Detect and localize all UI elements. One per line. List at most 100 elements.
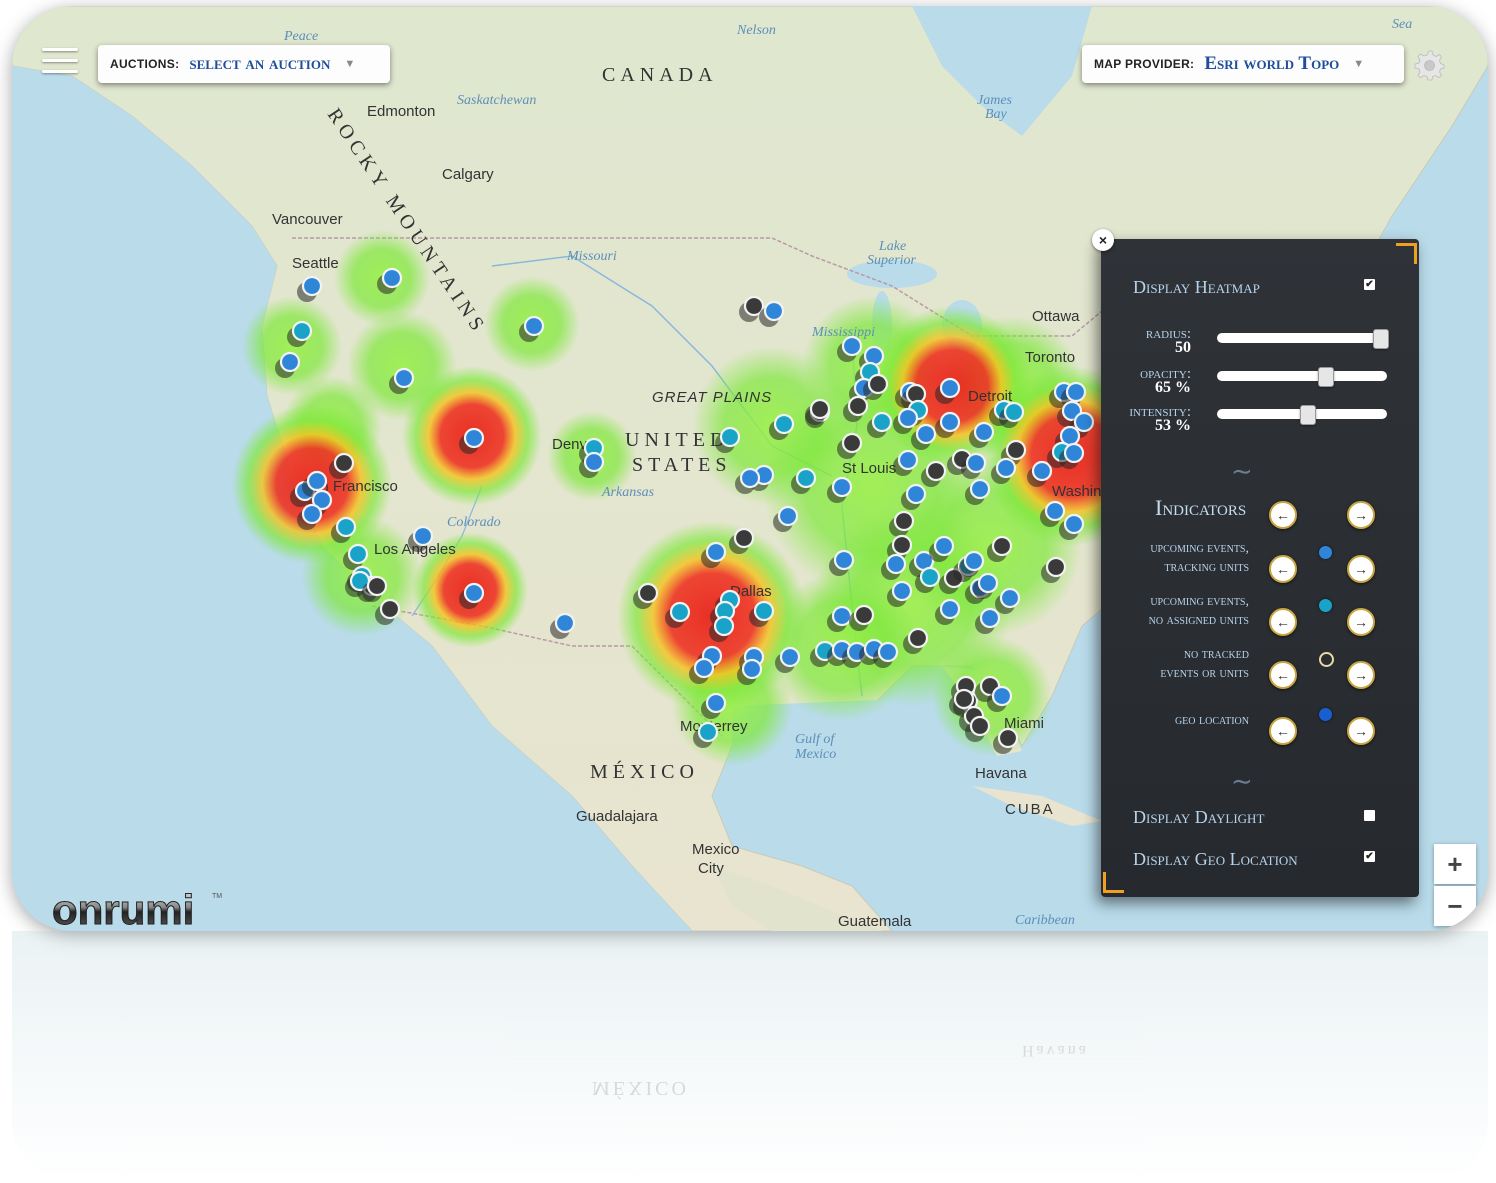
opacity-label-group: opacity: 65 %: [1140, 367, 1191, 396]
display-daylight-checkbox[interactable]: [1364, 810, 1375, 821]
indicator-label-line: upcoming events,: [1150, 541, 1249, 556]
indicator-label-line: no tracked: [1183, 647, 1249, 662]
indicator-dot-icon: [1319, 708, 1332, 721]
divider-flourish: ∼: [1231, 457, 1253, 486]
zoom-out-button[interactable]: −: [1434, 886, 1476, 926]
provider-label: MAP PROVIDER:: [1094, 57, 1195, 71]
intensity-slider-thumb[interactable]: [1300, 405, 1316, 425]
gear-icon[interactable]: [1412, 48, 1446, 82]
intensity-label-group: intensity: 53 %: [1129, 405, 1191, 434]
intensity-value: 53 %: [1155, 417, 1191, 434]
city-label: Toronto: [1025, 349, 1075, 366]
city-label: Ottawa: [1032, 308, 1080, 325]
menu-bar-icon: [42, 48, 78, 51]
country-label: CANADA: [602, 64, 718, 86]
map-frame: Edmonton Calgary Vancouver Seattle San Franc…: [12, 6, 1488, 931]
auctions-value: select an auction: [189, 53, 331, 74]
radius-slider-thumb[interactable]: [1373, 329, 1389, 349]
display-geo-location-checkbox[interactable]: ✔: [1364, 851, 1375, 862]
water-label: Caribbean: [1015, 913, 1075, 928]
indicator-dot-icon: [1319, 599, 1332, 612]
city-label: Guatemala: [838, 913, 912, 930]
indicators-next-button[interactable]: →: [1347, 501, 1375, 529]
indicator-label-line: tracking units: [1164, 560, 1249, 575]
city-label: Seattle: [292, 255, 339, 272]
svg-text:TM: TM: [212, 893, 222, 900]
city-label: City: [698, 860, 724, 877]
city-label: St Louis: [842, 460, 896, 477]
menu-button[interactable]: [42, 48, 78, 78]
indicator-label: no tracked events or units: [1160, 645, 1249, 683]
water-label: Missouri: [566, 249, 617, 264]
water-label: Peace: [283, 29, 318, 44]
map-provider-dropdown[interactable]: MAP PROVIDER: Esri world Topo ▼: [1082, 45, 1404, 83]
indicator-label-line: events or units: [1160, 666, 1249, 681]
auctions-dropdown[interactable]: AUCTIONS: select an auction ▼: [98, 45, 390, 83]
indicator-label: geo location: [1175, 711, 1249, 730]
heatmap-sliders: radius: 50 opacity: 65 % intensity: 53 %: [1101, 327, 1419, 447]
close-button[interactable]: ×: [1092, 229, 1114, 251]
city-label: Edmonton: [367, 103, 435, 120]
indicator-label: upcoming events, no assigned units: [1149, 592, 1249, 630]
water-label: Mexico: [794, 747, 836, 762]
indicator-label-line: geo location: [1174, 713, 1249, 728]
city-label: Mexico: [692, 841, 740, 858]
auctions-label: AUCTIONS:: [110, 57, 180, 71]
water-label: Superior: [867, 253, 917, 268]
indicator-next-button[interactable]: →: [1347, 717, 1375, 745]
city-label: Vancouver: [272, 211, 343, 228]
indicator-dot-icon: [1319, 546, 1332, 559]
display-geo-location-label: Display Geo Location: [1133, 849, 1298, 869]
water-label: James: [977, 93, 1013, 108]
indicators-prev-button[interactable]: ←: [1269, 501, 1297, 529]
water-label: Lake: [878, 239, 906, 254]
settings-panel: × Display Heatmap ✔ radius: 50 opacity: …: [1092, 229, 1419, 897]
provider-value: Esri world Topo: [1204, 53, 1340, 74]
water-label: Arkansas: [601, 485, 655, 500]
menu-bar-icon: [42, 70, 78, 73]
display-daylight-label: Display Daylight: [1133, 807, 1265, 827]
water-label: Colorado: [447, 515, 501, 530]
radius-slider[interactable]: [1217, 329, 1389, 349]
opacity-value: 65 %: [1155, 379, 1191, 396]
onrumi-logo: onrumi TM: [52, 886, 222, 931]
city-label: Guadalajara: [576, 808, 658, 825]
country-label: UNITED: [625, 429, 729, 451]
indicator-prev-button[interactable]: ←: [1269, 717, 1297, 745]
corner-accent: [1396, 243, 1417, 264]
opacity-slider-thumb[interactable]: [1318, 367, 1334, 387]
reflection-text: Havana: [1022, 1042, 1089, 1059]
indicator-next-button[interactable]: →: [1347, 555, 1375, 583]
water-label: Gulf of: [795, 732, 836, 747]
divider-flourish: ∼: [1231, 767, 1253, 796]
reflection: MÉXICO Havana: [12, 931, 1488, 1181]
city-label: CUBA: [1005, 801, 1055, 818]
city-label: Havana: [975, 765, 1027, 782]
water-label: Mississippi: [811, 325, 875, 340]
indicator-label: upcoming events, tracking units: [1150, 539, 1249, 577]
chevron-down-icon: ▼: [1353, 58, 1365, 70]
city-label: GREAT PLAINS: [652, 389, 772, 406]
country-label: STATES: [632, 454, 732, 476]
menu-bar-icon: [42, 59, 78, 62]
chevron-down-icon: ▼: [344, 58, 356, 70]
water-label: Sea: [1392, 17, 1412, 32]
zoom-in-button[interactable]: +: [1434, 844, 1476, 884]
corner-accent: [1103, 872, 1124, 893]
water-label: Bay: [985, 107, 1008, 122]
opacity-slider[interactable]: [1217, 367, 1387, 387]
radius-value: 50: [1175, 339, 1191, 356]
display-heatmap-checkbox[interactable]: ✔: [1364, 279, 1375, 290]
indicator-label-line: no assigned units: [1148, 613, 1249, 628]
indicator-next-button[interactable]: →: [1347, 608, 1375, 636]
indicator-prev-button[interactable]: ←: [1269, 661, 1297, 689]
reflection-text: MÉXICO: [592, 1077, 689, 1099]
country-label: MÉXICO: [590, 760, 699, 783]
city-label: Calgary: [442, 166, 494, 183]
indicators-title: Indicators: [1155, 495, 1247, 520]
intensity-slider[interactable]: [1217, 405, 1387, 425]
indicator-next-button[interactable]: →: [1347, 661, 1375, 689]
svg-text:onrumi: onrumi: [52, 886, 194, 931]
indicator-prev-button[interactable]: ←: [1269, 555, 1297, 583]
indicator-prev-button[interactable]: ←: [1269, 608, 1297, 636]
